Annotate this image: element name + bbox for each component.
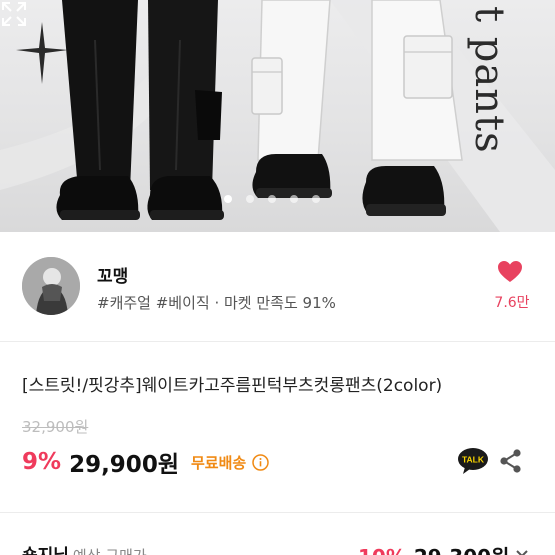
expected-price-value: 10% 29,300원 [358,541,509,555]
carousel-indicator[interactable] [224,194,320,204]
avatar-image [22,257,80,315]
carousel-dot[interactable] [268,195,276,203]
expected-price: 29,300원 [414,545,510,555]
seller-tags: #캐주얼 #베이직 · 마켓 만족도 91% [97,294,336,312]
expand-icon[interactable] [0,0,28,28]
product-image[interactable]: t pants [0,0,555,232]
product-title: [스트릿!/핏강추]웨이트카고주름핀턱부츠컷롱팬츠(2color) [22,376,443,396]
like-count: 7.6만 [494,295,530,311]
svg-text:TALK: TALK [462,455,485,465]
seller-name[interactable]: 꼬맹 [97,262,128,287]
buyer-name: 숏지님 [22,546,69,555]
expected-price-row[interactable]: 숏지님 예상 구매가 10% 29,300원 [0,512,555,555]
expected-price-caption: 예상 구매가 [73,547,147,555]
price-row: 9% 29,900원 무료배송 [22,447,269,478]
chevron-down-icon[interactable] [514,545,530,555]
share-icon[interactable] [498,448,524,474]
info-icon[interactable] [252,453,269,471]
hero-overlay-text: t pants [466,6,512,154]
carousel-dot[interactable] [312,195,320,203]
shipping-label: 무료배송 [190,453,247,472]
heart-icon[interactable] [497,260,523,284]
carousel-dot[interactable] [246,195,254,203]
carousel-dot[interactable] [224,195,232,203]
original-price: 32,900원 [22,418,89,436]
discount-rate: 9% [22,449,62,475]
expected-discount: 10% [358,545,406,555]
sale-price: 29,900원 [69,452,179,478]
carousel-dot[interactable] [290,195,298,203]
kakaotalk-icon[interactable]: TALK [457,447,489,475]
expected-price-label: 숏지님 예상 구매가 [22,541,147,555]
seller-avatar[interactable] [22,257,80,315]
seller-section[interactable]: 꼬맹 #캐주얼 #베이직 · 마켓 만족도 91% 7.6만 [0,232,555,342]
